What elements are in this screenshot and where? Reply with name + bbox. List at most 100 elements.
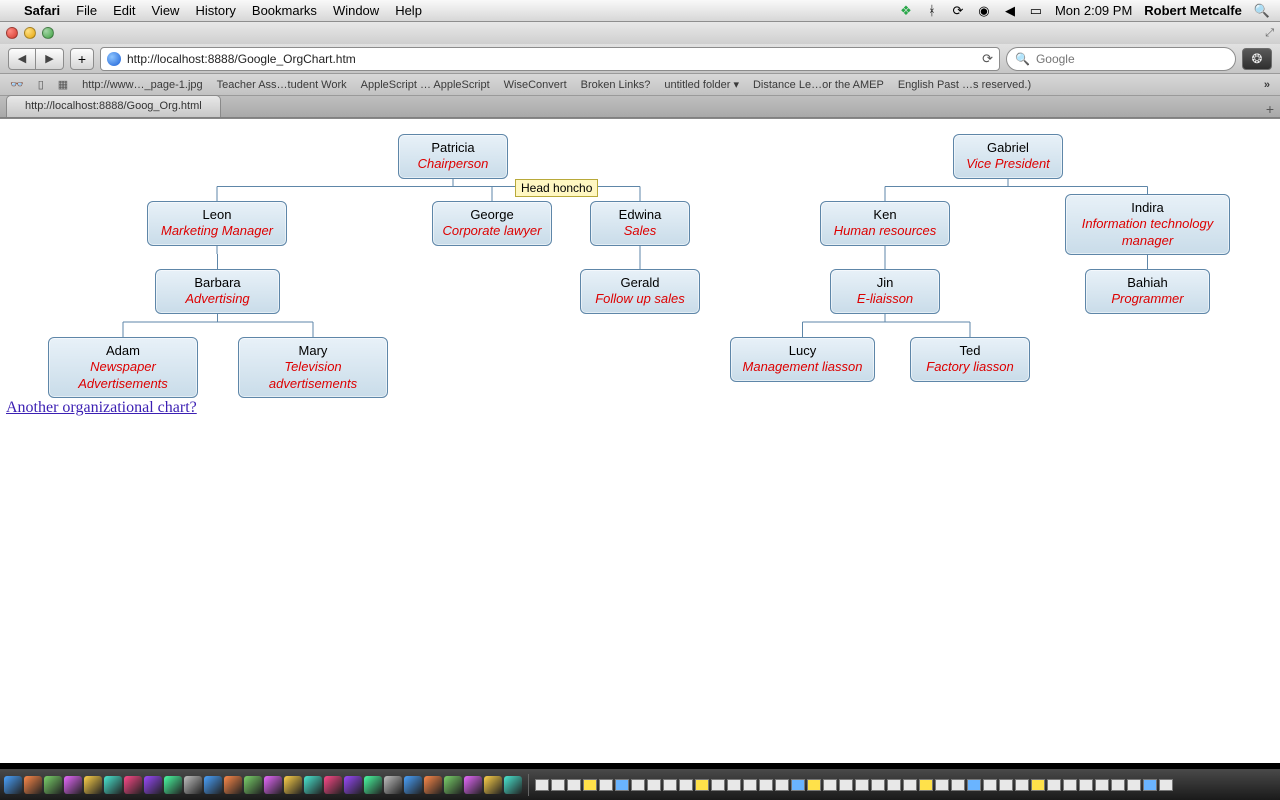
- bookmark-item[interactable]: AppleScript … AppleScript: [361, 79, 490, 91]
- menu-history[interactable]: History: [195, 3, 235, 18]
- dock-app-icon[interactable]: [44, 776, 62, 794]
- menu-file[interactable]: File: [76, 3, 97, 18]
- dock-window-thumb[interactable]: [1031, 779, 1045, 791]
- bookmark-item[interactable]: English Past …s reserved.): [898, 79, 1031, 91]
- org-node-edwina[interactable]: EdwinaSales: [590, 201, 690, 246]
- dock-window-thumb[interactable]: [807, 779, 821, 791]
- address-bar[interactable]: ⟳: [100, 47, 1000, 71]
- bookmark-item[interactable]: Distance Le…or the AMEP: [753, 79, 884, 91]
- dock-app-icon[interactable]: [284, 776, 302, 794]
- menu-view[interactable]: View: [152, 3, 180, 18]
- topsites-icon[interactable]: ▦: [58, 78, 68, 91]
- dock-app-icon[interactable]: [344, 776, 362, 794]
- dock-app-icon[interactable]: [424, 776, 442, 794]
- dock-app-icon[interactable]: [204, 776, 222, 794]
- dropbox-icon[interactable]: ❖: [899, 3, 913, 19]
- dock-window-thumb[interactable]: [1159, 779, 1173, 791]
- org-node-lucy[interactable]: LucyManagement liasson: [730, 337, 875, 382]
- search-bar[interactable]: 🔍: [1006, 47, 1236, 71]
- dock-app-icon[interactable]: [124, 776, 142, 794]
- dock-window-thumb[interactable]: [951, 779, 965, 791]
- dock-window-thumb[interactable]: [1079, 779, 1093, 791]
- bookmark-item[interactable]: Teacher Ass…tudent Work: [217, 79, 347, 91]
- bookmarks-icon[interactable]: ▯: [38, 78, 44, 91]
- back-button[interactable]: ◀: [8, 48, 36, 70]
- dock-app-icon[interactable]: [224, 776, 242, 794]
- dock-window-thumb[interactable]: [855, 779, 869, 791]
- dock-app-icon[interactable]: [144, 776, 162, 794]
- menu-window[interactable]: Window: [333, 3, 379, 18]
- menu-bookmarks[interactable]: Bookmarks: [252, 3, 317, 18]
- dock-window-thumb[interactable]: [1047, 779, 1061, 791]
- org-node-ken[interactable]: KenHuman resources: [820, 201, 950, 246]
- minimize-button[interactable]: [24, 27, 36, 39]
- dock-window-thumb[interactable]: [871, 779, 885, 791]
- add-bookmark-button[interactable]: +: [70, 48, 94, 70]
- dock-app-icon[interactable]: [444, 776, 462, 794]
- tab-active[interactable]: http://localhost:8888/Goog_Org.html: [6, 95, 221, 117]
- menubar-clock[interactable]: Mon 2:09 PM: [1055, 3, 1132, 18]
- app-name[interactable]: Safari: [24, 3, 60, 18]
- bookmark-folder[interactable]: untitled folder ▾: [664, 78, 739, 91]
- dock-window-thumb[interactable]: [743, 779, 757, 791]
- dock-app-icon[interactable]: [464, 776, 482, 794]
- dock-window-thumb[interactable]: [759, 779, 773, 791]
- reload-icon[interactable]: ⟳: [982, 51, 993, 67]
- spotlight-icon[interactable]: 🔍: [1254, 3, 1270, 19]
- dock-window-thumb[interactable]: [775, 779, 789, 791]
- dock-window-thumb[interactable]: [1127, 779, 1141, 791]
- dock-app-icon[interactable]: [24, 776, 42, 794]
- dock-window-thumb[interactable]: [1063, 779, 1077, 791]
- dock-app-icon[interactable]: [184, 776, 202, 794]
- forward-button[interactable]: ▶: [36, 48, 64, 70]
- volume-icon[interactable]: ◀: [1003, 3, 1017, 19]
- timemachine-icon[interactable]: ⟳: [951, 3, 965, 19]
- dock-window-thumb[interactable]: [967, 779, 981, 791]
- org-node-indira[interactable]: IndiraInformation technology manager: [1065, 194, 1230, 255]
- dock-app-icon[interactable]: [304, 776, 322, 794]
- dock-window-thumb[interactable]: [535, 779, 549, 791]
- dock-app-icon[interactable]: [364, 776, 382, 794]
- new-tab-button[interactable]: +: [1266, 101, 1274, 117]
- url-input[interactable]: [127, 52, 976, 66]
- dock-window-thumb[interactable]: [551, 779, 565, 791]
- dock-window-thumb[interactable]: [935, 779, 949, 791]
- dock[interactable]: [0, 768, 1280, 800]
- dock-window-thumb[interactable]: [1143, 779, 1157, 791]
- dock-window-thumb[interactable]: [919, 779, 933, 791]
- dock-app-icon[interactable]: [64, 776, 82, 794]
- bookmark-item[interactable]: WiseConvert: [504, 79, 567, 91]
- dock-app-icon[interactable]: [384, 776, 402, 794]
- dock-window-thumb[interactable]: [695, 779, 709, 791]
- org-node-bahiah[interactable]: BahiahProgrammer: [1085, 269, 1210, 314]
- bluetooth-icon[interactable]: ᚼ: [925, 3, 939, 18]
- org-node-adam[interactable]: AdamNewspaper Advertisements: [48, 337, 198, 398]
- menu-help[interactable]: Help: [395, 3, 422, 18]
- dock-window-thumb[interactable]: [1015, 779, 1029, 791]
- dock-app-icon[interactable]: [4, 776, 22, 794]
- dock-window-thumb[interactable]: [727, 779, 741, 791]
- bookmark-item[interactable]: Broken Links?: [581, 79, 651, 91]
- battery-icon[interactable]: ▭: [1029, 3, 1043, 19]
- page-menu-button[interactable]: ❂: [1242, 48, 1272, 70]
- org-node-patricia[interactable]: PatriciaChairperson: [398, 134, 508, 179]
- bookmarks-overflow[interactable]: »: [1264, 79, 1270, 91]
- dock-window-thumb[interactable]: [599, 779, 613, 791]
- org-node-ted[interactable]: TedFactory liasson: [910, 337, 1030, 382]
- dock-window-thumb[interactable]: [1111, 779, 1125, 791]
- dock-app-icon[interactable]: [324, 776, 342, 794]
- menu-edit[interactable]: Edit: [113, 3, 135, 18]
- dock-app-icon[interactable]: [164, 776, 182, 794]
- dock-app-icon[interactable]: [404, 776, 422, 794]
- dock-app-icon[interactable]: [84, 776, 102, 794]
- dock-window-thumb[interactable]: [583, 779, 597, 791]
- dock-window-thumb[interactable]: [791, 779, 805, 791]
- org-node-mary[interactable]: MaryTelevision advertisements: [238, 337, 388, 398]
- dock-window-thumb[interactable]: [711, 779, 725, 791]
- another-chart-link[interactable]: Another organizational chart?: [6, 399, 197, 417]
- dock-app-icon[interactable]: [264, 776, 282, 794]
- dock-window-thumb[interactable]: [615, 779, 629, 791]
- reading-list-icon[interactable]: 👓: [10, 78, 24, 91]
- dock-window-thumb[interactable]: [663, 779, 677, 791]
- dock-app-icon[interactable]: [504, 776, 522, 794]
